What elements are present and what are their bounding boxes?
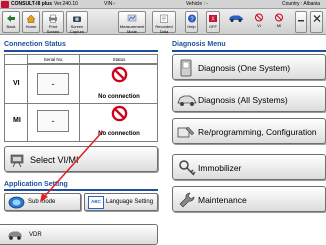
- vdr-label: VDR: [29, 232, 42, 238]
- mi-status-icon: [275, 13, 283, 22]
- no-connection-icon: [111, 105, 128, 122]
- connection-status-rule: [4, 50, 158, 52]
- mi-indicator: MI: [272, 11, 286, 33]
- close-icon: [313, 15, 320, 22]
- measurement-mode-label: Measurement Mode: [119, 24, 145, 34]
- key-icon: [179, 160, 196, 176]
- printer-icon: [49, 14, 57, 23]
- print-screen-label: Print Screen: [46, 24, 60, 34]
- diagnosis-menu-heading: Diagnosis Menu: [172, 41, 226, 48]
- table-divider: [5, 103, 157, 104]
- screen-capture-label: Screen Capture: [69, 24, 85, 34]
- back-button[interactable]: Back: [2, 11, 20, 33]
- diagnosis-one-system-button[interactable]: Diagnosis (One System): [172, 54, 326, 80]
- minimize-icon: [298, 20, 304, 22]
- off-button[interactable]: X OFF: [206, 11, 220, 33]
- app-logo: [1, 1, 9, 8]
- vehicle-readout: Vehicle : -: [186, 1, 208, 7]
- vi-label: VI: [257, 23, 261, 28]
- serial-column-header: Serial No.: [28, 55, 79, 64]
- recorded-data-icon: [160, 14, 168, 23]
- immobilizer-button[interactable]: Immobilizer: [172, 154, 326, 180]
- mi-serial-value: -: [37, 110, 69, 132]
- back-label: Back: [6, 24, 16, 29]
- connection-status-heading: Connection Status: [4, 41, 66, 48]
- monitor-icon: [127, 14, 137, 22]
- language-setting-button[interactable]: ABC Language Setting: [84, 193, 158, 211]
- help-button[interactable]: ? Help: [185, 11, 198, 33]
- measurement-mode-button[interactable]: Measurement Mode: [118, 11, 146, 34]
- status-column-header: Status: [80, 55, 158, 64]
- diagnosis-one-system-icon: [180, 59, 192, 77]
- application-setting-rule: [4, 189, 158, 191]
- app-version: Ver.240.10: [54, 1, 78, 7]
- vi-status-text: No connection: [98, 94, 140, 100]
- mi-status-text: No connection: [98, 131, 140, 137]
- maintenance-label: Maintenance: [198, 195, 247, 205]
- select-vimi-button[interactable]: Select VI/MI: [4, 146, 158, 172]
- vin-readout: VIN:-: [104, 1, 116, 7]
- app-name: CONSULT-III plus: [11, 1, 53, 7]
- sub-mode-icon: [8, 196, 25, 209]
- diagnosis-all-systems-label: Diagnosis (All Systems): [198, 95, 288, 105]
- language-setting-label: Language Setting: [106, 199, 154, 205]
- select-vimi-icon: [10, 154, 24, 168]
- help-label: Help: [187, 24, 196, 29]
- mi-label: MI: [276, 23, 282, 28]
- reprogramming-configuration-button[interactable]: Re/programming, Configuration: [172, 118, 326, 144]
- immobilizer-label: Immobilizer: [198, 163, 242, 173]
- language-icon-text: ABC: [91, 199, 101, 204]
- wrench-icon: [179, 192, 195, 208]
- vi-serial-value: -: [37, 73, 69, 95]
- reprogramming-icon: [177, 126, 195, 138]
- application-setting-heading: Application Setting: [4, 181, 68, 188]
- select-vimi-label: Select VI/MI: [30, 155, 79, 165]
- vi-row-label: VI: [13, 80, 20, 87]
- print-screen-button[interactable]: Print Screen: [42, 11, 64, 34]
- home-button[interactable]: Home: [22, 11, 40, 33]
- table-divider: [27, 55, 28, 141]
- back-arrow-icon: [7, 15, 15, 22]
- no-connection-icon: [111, 66, 128, 83]
- recorded-data-label: Recorded Data: [155, 24, 173, 34]
- car-icon: [177, 95, 197, 106]
- home-icon: [26, 14, 36, 23]
- diagnosis-menu-rule: [172, 50, 326, 52]
- maintenance-button[interactable]: Maintenance: [172, 186, 326, 212]
- diagnosis-all-systems-button[interactable]: Diagnosis (All Systems): [172, 86, 326, 112]
- vdr-icon: [8, 231, 22, 240]
- reprogramming-configuration-label: Re/programming, Configuration: [198, 127, 317, 137]
- vi-status-icon: [255, 13, 263, 22]
- sub-mode-label: Sub mode: [28, 199, 56, 205]
- minimize-button[interactable]: [295, 11, 307, 33]
- vehicle-icon-button[interactable]: [226, 11, 246, 33]
- vdr-button[interactable]: VDR: [0, 224, 158, 245]
- close-button[interactable]: [310, 11, 323, 33]
- home-label: Home: [25, 24, 37, 29]
- country-readout: Country : Albania: [282, 1, 321, 7]
- car-icon: [229, 15, 244, 22]
- vi-indicator: VI: [252, 11, 266, 33]
- camera-icon: [73, 16, 81, 22]
- screen-capture-button[interactable]: Screen Capture: [66, 11, 88, 34]
- table-divider: [5, 64, 157, 65]
- help-icon: ?: [187, 14, 196, 23]
- diagnosis-one-system-label: Diagnosis (One System): [198, 63, 291, 73]
- table-divider: [79, 55, 80, 141]
- mi-row-label: MI: [13, 117, 21, 124]
- recorded-data-button[interactable]: Recorded Data: [152, 11, 176, 34]
- power-off-icon: X: [209, 15, 217, 23]
- sub-mode-button[interactable]: Sub mode: [4, 193, 81, 211]
- connection-table: Serial No. Status VI - No connection MI …: [4, 54, 158, 142]
- toolbar: Back Home Print Screen Screen Capture Me…: [0, 9, 326, 35]
- off-label: OFF: [209, 24, 217, 29]
- title-bar: CONSULT-III plus Ver.240.10 VIN:- Vehicl…: [0, 0, 326, 9]
